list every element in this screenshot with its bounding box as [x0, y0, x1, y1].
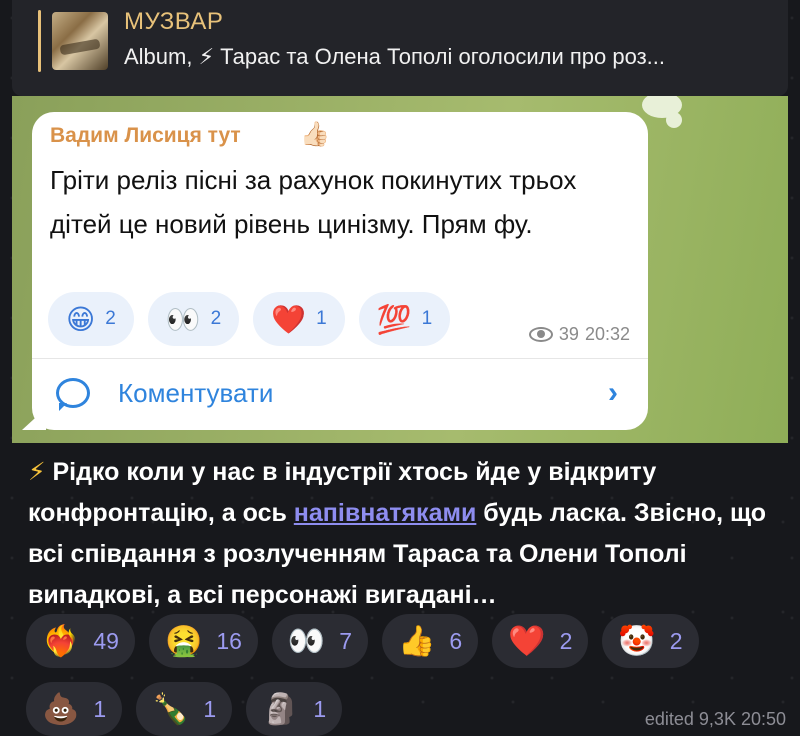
reaction-count: 1	[316, 308, 327, 329]
quoted-comment-card[interactable]: Вадим Лисиця тут 👍🏻 Гріти реліз пісні за…	[22, 112, 648, 430]
reaction-count: 2	[105, 308, 116, 329]
reaction-count: 2	[210, 308, 222, 329]
comment-author[interactable]: Вадим Лисиця тут	[50, 124, 241, 148]
eyes-emoji-icon: 👀	[287, 624, 326, 658]
comment-button-label: Коментувати	[118, 377, 274, 408]
reaction-heart[interactable]: ❤️ 2	[492, 614, 589, 668]
eyes-emoji-icon: 👀	[165, 303, 201, 335]
view-count: 39	[558, 324, 579, 344]
reaction-champagne[interactable]: 🍾 1	[136, 682, 232, 736]
reaction-grin[interactable]: 😁 2	[48, 292, 134, 346]
grin-emoji-icon: 😁	[66, 303, 96, 335]
heart-emoji-icon: ❤️	[508, 624, 546, 658]
moai-emoji-icon: 🗿	[262, 692, 300, 726]
message-status: edited 9,3K 20:50	[644, 709, 786, 729]
reaction-count: 1	[93, 695, 107, 722]
reaction-heart-fire[interactable]: ❤️‍🔥 49	[26, 614, 135, 668]
reaction-count: 1	[313, 695, 327, 722]
divider	[32, 358, 648, 359]
speech-bubble-icon	[56, 378, 90, 408]
reaction-count: 7	[339, 627, 353, 654]
reaction-count: 6	[449, 627, 463, 654]
heart-emoji-icon: ❤️	[271, 303, 307, 335]
comment-button[interactable]: Коментувати ›	[56, 370, 628, 416]
heart-on-fire-emoji-icon: ❤️‍🔥	[42, 624, 80, 658]
reply-thumbnail	[52, 12, 108, 70]
reaction-poop[interactable]: 💩 1	[26, 682, 122, 736]
reaction-eyes[interactable]: 👀 7	[271, 614, 369, 668]
clown-face-emoji-icon: 🤡	[618, 624, 656, 658]
reaction-count: 16	[216, 627, 242, 654]
reaction-vomit[interactable]: 🤮 16	[148, 614, 258, 668]
message-text: ⚡ Рідко коли у нас в індустрії хтось йде…	[28, 452, 778, 616]
reply-accent-bar	[38, 10, 41, 72]
chevron-right-icon: ›	[608, 376, 618, 409]
vomiting-face-emoji-icon: 🤮	[164, 624, 203, 658]
reaction-eyes[interactable]: 👀 2	[147, 292, 240, 346]
message-link[interactable]: напівнатяками	[294, 499, 477, 527]
comment-text: Гріти реліз пісні за рахунок покинутих т…	[50, 165, 577, 239]
comment-reactions: 😁 2 👀 2 ❤️ 1 💯 1	[48, 292, 451, 346]
comment-meta: 39 20:32	[528, 324, 630, 345]
reply-preview[interactable]: МУЗВАР Album, ⚡ Тарас та Олена Тополі ог…	[12, 0, 788, 96]
champagne-emoji-icon: 🍾	[152, 692, 190, 726]
reaction-count: 1	[421, 308, 433, 329]
eye-icon	[528, 327, 553, 342]
reaction-hundred[interactable]: 💯 1	[358, 292, 451, 346]
reply-channel-name: МУЗВАР	[124, 8, 224, 35]
lightning-icon: ⚡	[28, 458, 46, 486]
decor-blob-small	[666, 112, 682, 128]
thumbs-up-icon: 👍🏻	[300, 121, 330, 148]
reaction-count: 2	[669, 627, 683, 654]
reaction-count: 49	[93, 627, 119, 654]
hundred-emoji-icon: 💯	[376, 303, 412, 335]
poop-emoji-icon: 💩	[42, 692, 80, 726]
reaction-count: 2	[559, 627, 573, 654]
reply-preview-text: Album, ⚡ Тарас та Олена Тополі оголосили…	[124, 44, 665, 69]
comment-time: 20:32	[584, 324, 630, 344]
reaction-moai[interactable]: 🗿 1	[246, 682, 342, 736]
reaction-clown[interactable]: 🤡 2	[602, 614, 699, 668]
reaction-thumbs-up[interactable]: 👍 6	[382, 614, 479, 668]
reaction-count: 1	[203, 695, 217, 722]
thumbs-up-emoji-icon: 👍	[398, 624, 436, 658]
reaction-heart[interactable]: ❤️ 1	[253, 292, 345, 346]
